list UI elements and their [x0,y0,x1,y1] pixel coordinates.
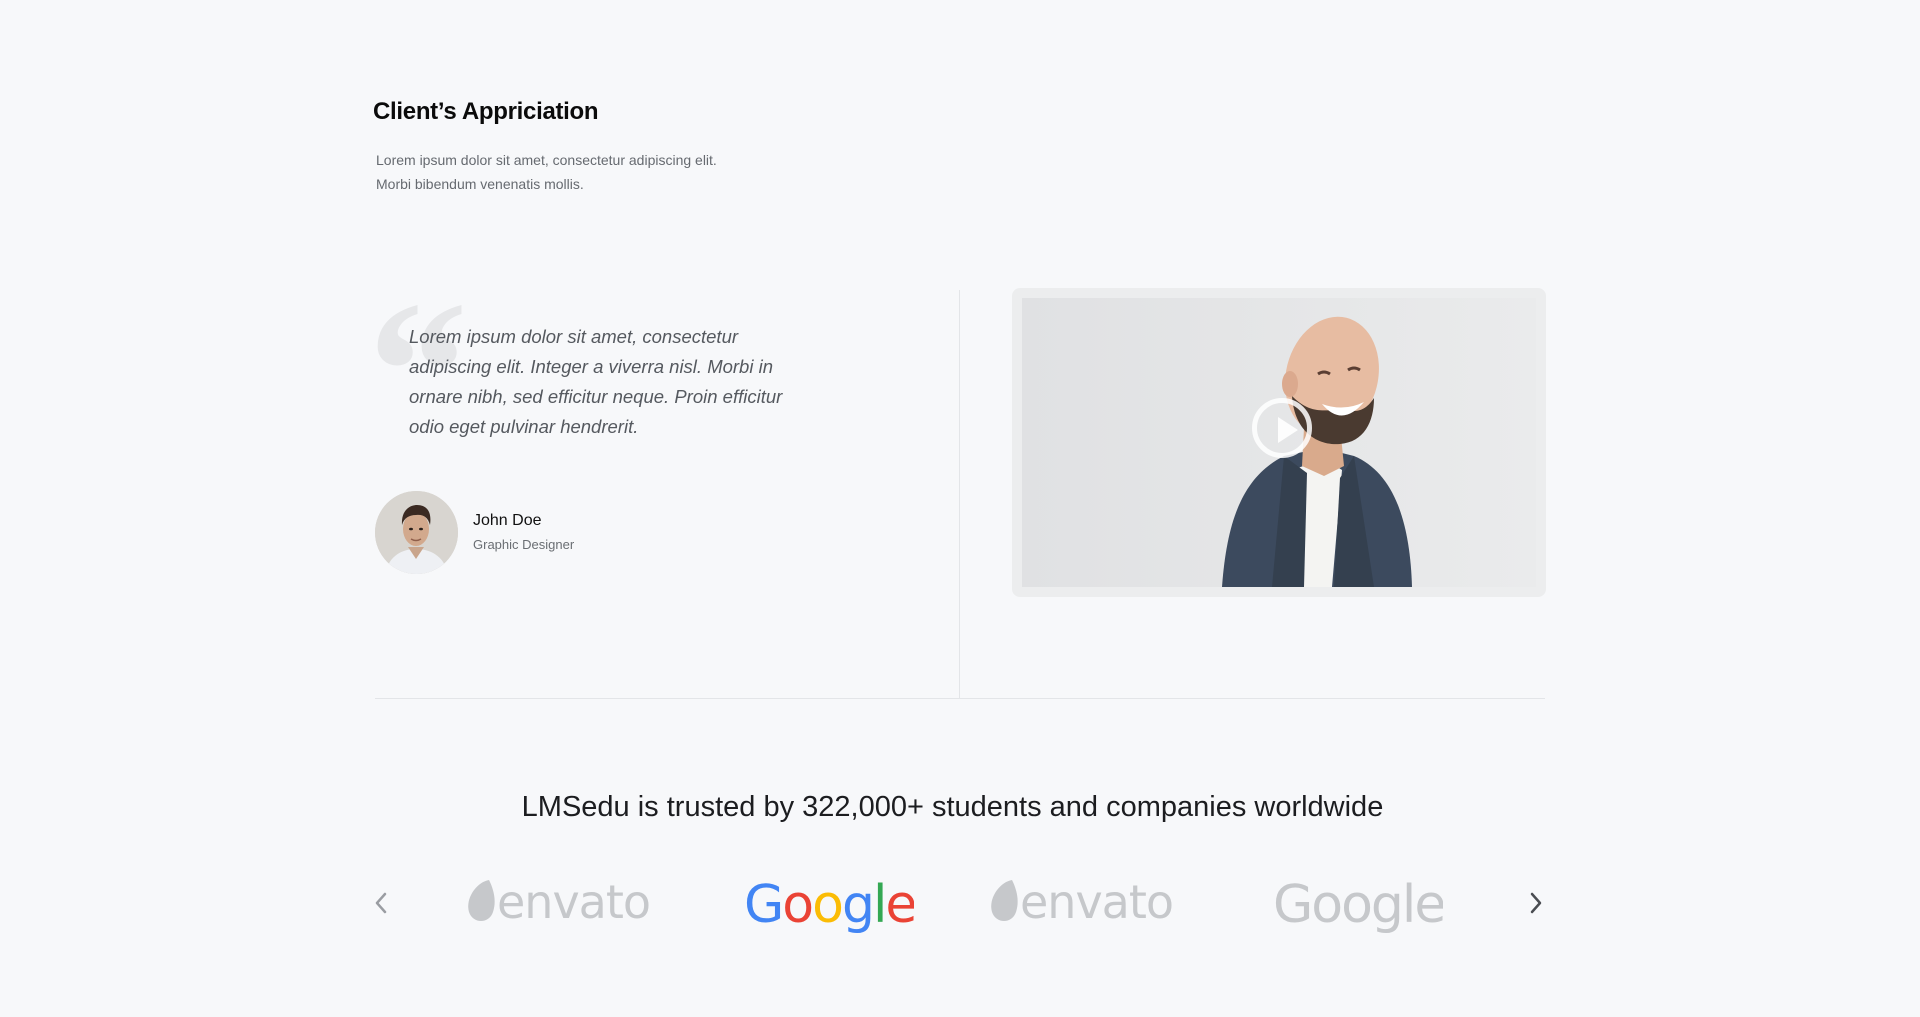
svg-text:envato: envato [497,875,650,929]
google-logo: Google [1273,872,1446,943]
play-button[interactable] [1252,398,1312,458]
svg-text:Google: Google [744,875,914,935]
vertical-divider [959,290,960,699]
page: Client’s Appriciation Lorem ipsum dolor … [0,0,1920,1017]
video-thumbnail[interactable] [1022,298,1536,587]
horizontal-divider [375,698,1545,699]
chevron-right-icon [1530,892,1542,914]
author-role: Graphic Designer [473,536,575,552]
google-logo: Google [744,872,917,943]
carousel-next-button[interactable] [1521,886,1551,920]
section-description: Lorem ipsum dolor sit amet, consectetur … [376,148,796,196]
carousel-prev-button[interactable] [366,886,396,920]
avatar [375,491,458,574]
section-title: Client’s Appriciation [373,98,599,125]
envato-logo: envato [459,872,669,939]
author-info: John Doe Graphic Designer [473,512,574,552]
testimonial-quote: Lorem ipsum dolor sit amet, consectetur … [409,326,783,437]
section-description-line: Lorem ipsum dolor sit amet, consectetur … [376,152,717,168]
trusted-title: LMSedu is trusted by 322,000+ students a… [521,791,1384,823]
author-name: John Doe [473,511,542,529]
svg-text:envato: envato [1020,875,1173,929]
envato-logo: envato [982,872,1192,939]
svg-text:Google: Google [1273,875,1443,935]
section-description-line: Morbi bibendum venenatis mollis. [376,176,584,192]
video-card[interactable] [1012,288,1546,597]
chevron-left-icon [375,892,387,914]
testimonial-author: John Doe Graphic Designer [375,491,574,574]
